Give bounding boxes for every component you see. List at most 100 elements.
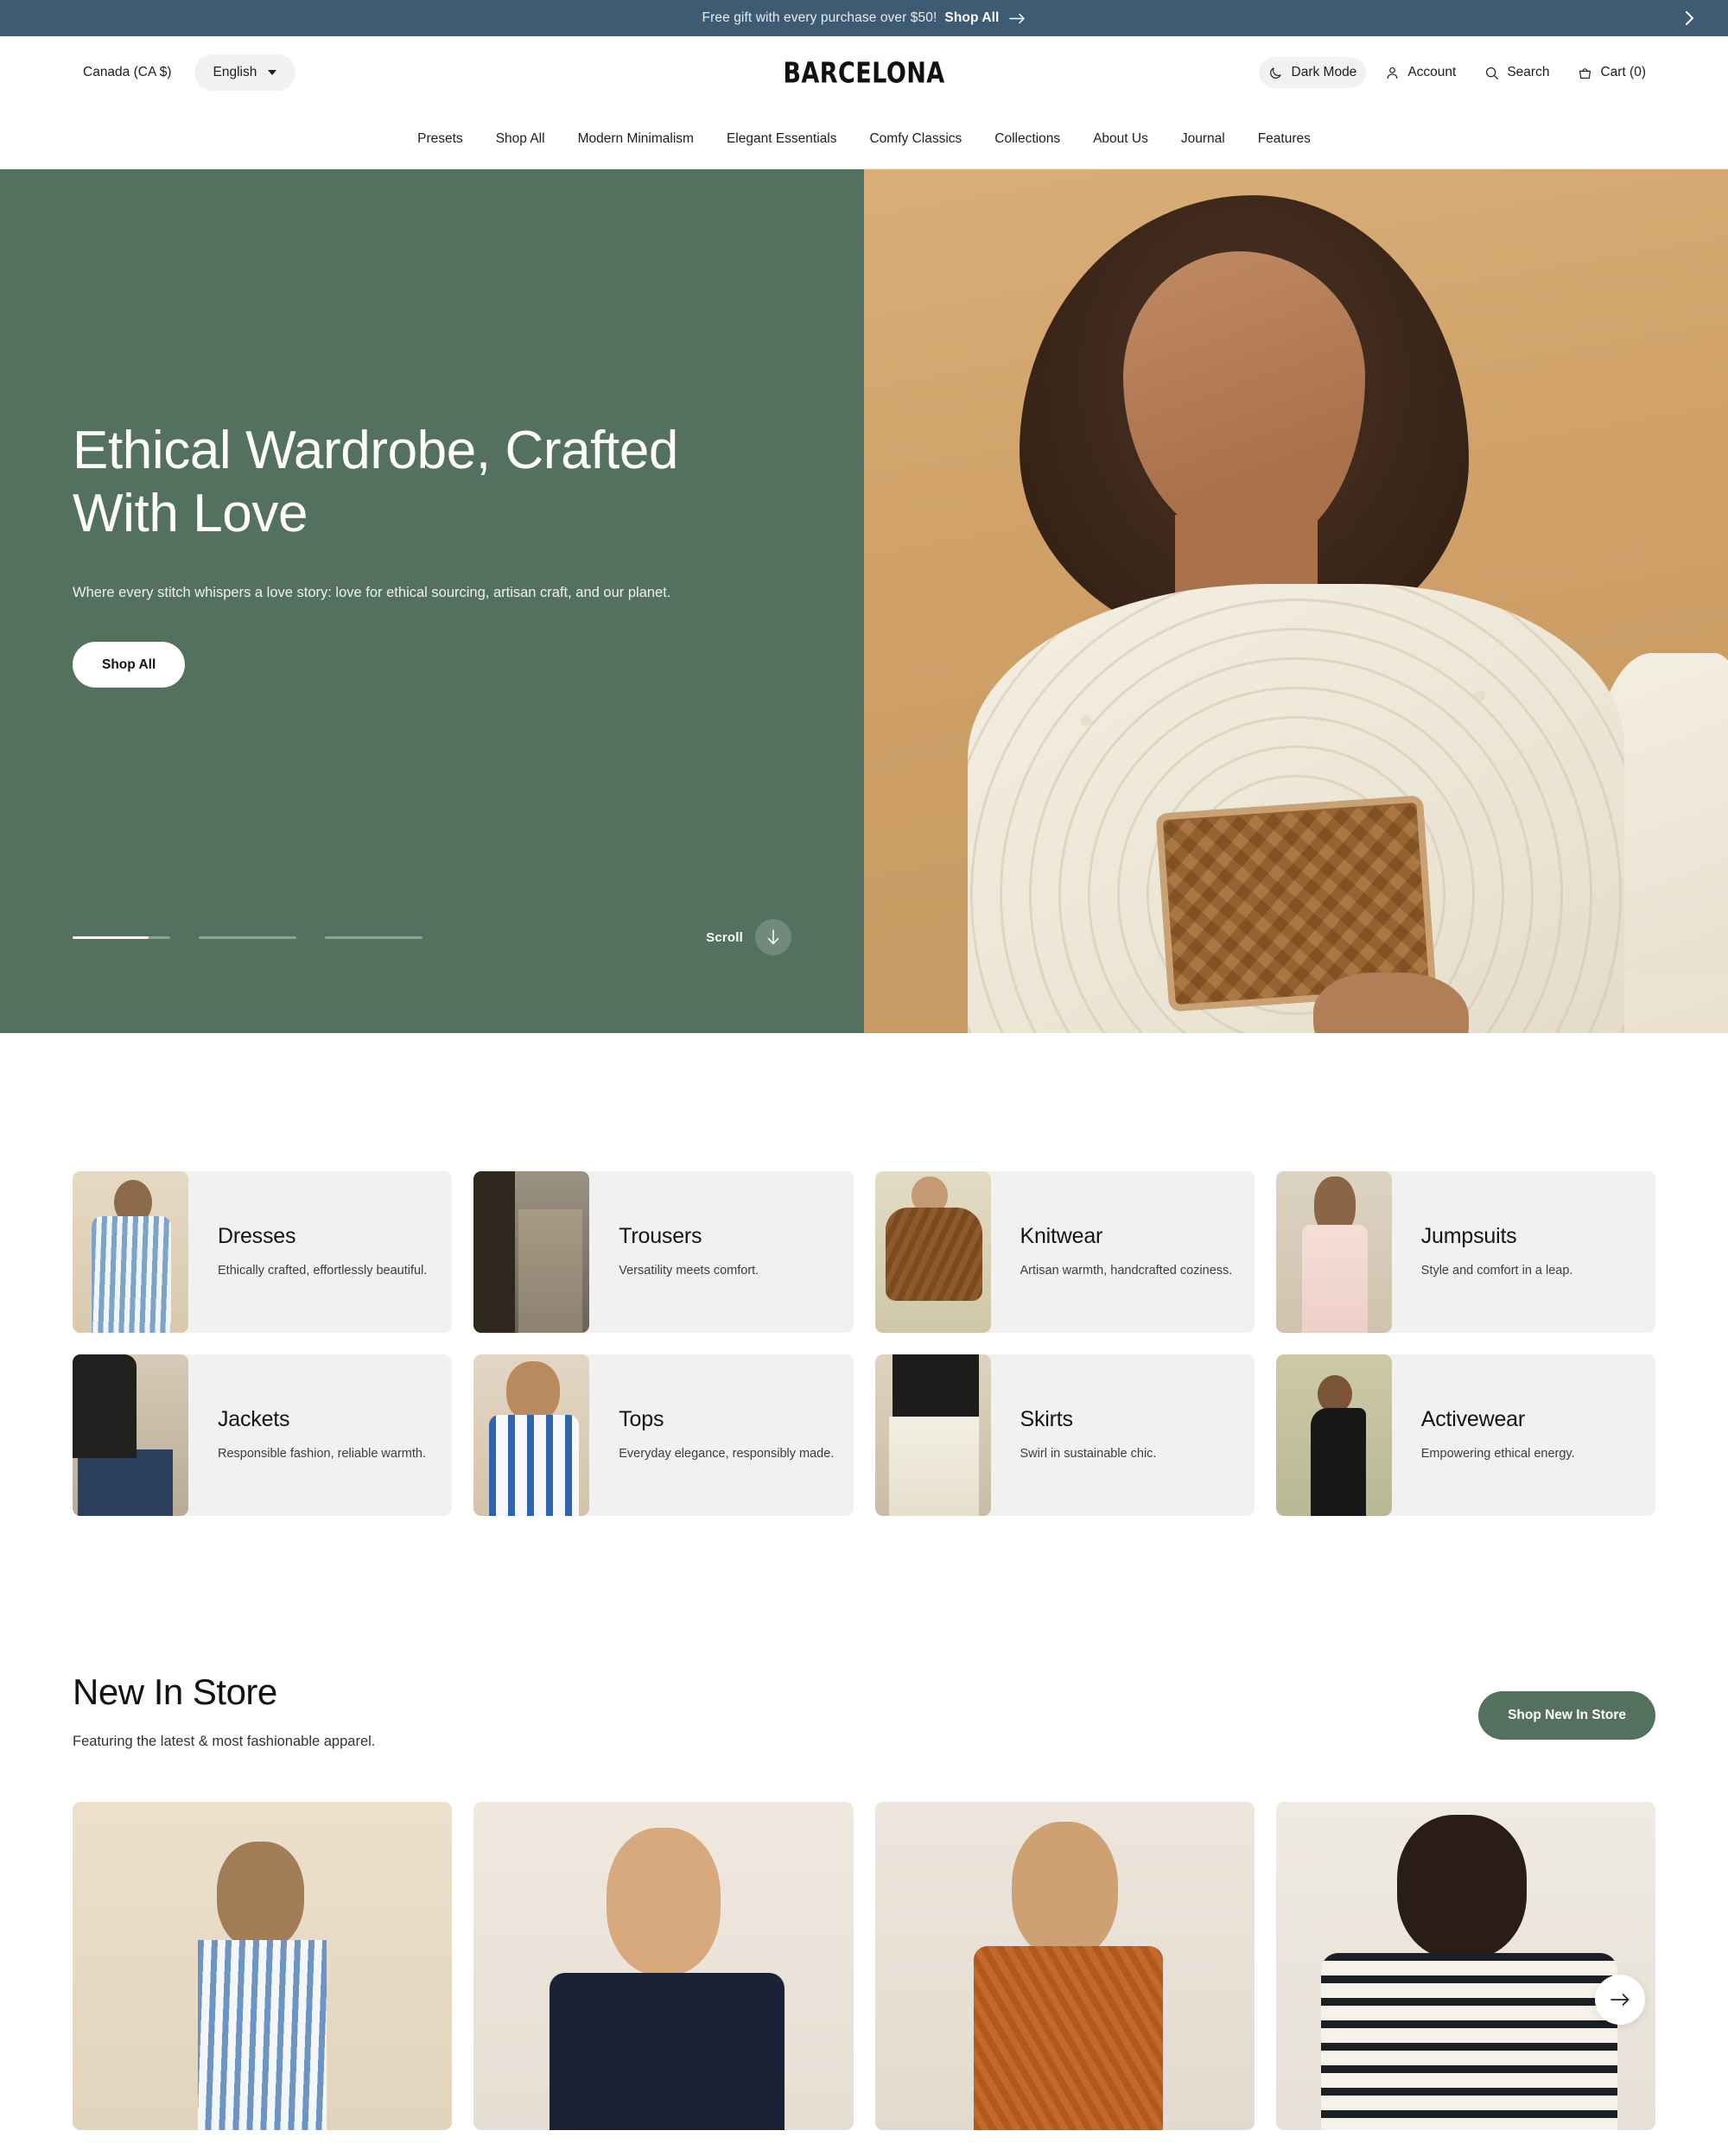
carousel-next-button[interactable] <box>1595 1975 1645 2025</box>
category-name: Skirts <box>1020 1406 1074 1431</box>
scroll-down-button[interactable] <box>755 919 791 955</box>
category-description: Ethically crafted, effortlessly beautifu… <box>218 1263 428 1278</box>
cart-label: Cart (0) <box>1600 65 1646 79</box>
nav-item-journal[interactable]: Journal <box>1165 131 1242 147</box>
category-row-2: Jackets Responsible fashion, reliable wa… <box>73 1354 1655 1516</box>
category-name: Knitwear <box>1020 1223 1103 1248</box>
category-name: Jumpsuits <box>1420 1223 1517 1248</box>
page-root: Free gift with every purchase over $50! … <box>0 0 1728 2130</box>
nav-item-modern-minimalism[interactable]: Modern Minimalism <box>562 131 710 147</box>
category-card-tops[interactable]: Tops Everyday elegance, responsibly made… <box>473 1354 854 1516</box>
hero-shop-all-button[interactable]: Shop All <box>73 642 186 688</box>
language-selector-label: English <box>213 65 257 79</box>
category-card-jumpsuits[interactable]: Jumpsuits Style and comfort in a leap. <box>1275 1171 1655 1333</box>
category-description: Empowering ethical energy. <box>1420 1446 1575 1461</box>
arrow-down-icon <box>767 929 779 945</box>
nav-item-features[interactable]: Features <box>1242 131 1327 147</box>
site-logo[interactable]: BARCELONA <box>783 56 944 90</box>
announcement-shop-all-link[interactable]: Shop All <box>944 10 999 26</box>
announcement-next-button[interactable] <box>1676 5 1702 31</box>
product-card-3[interactable] <box>874 1802 1255 2130</box>
category-grid: Dresses Ethically crafted, effortlessly … <box>0 1033 1728 1516</box>
category-description: Artisan warmth, handcrafted coziness. <box>1020 1263 1233 1278</box>
category-text-trousers: Trousers Versatility meets comfort. <box>589 1171 759 1333</box>
header-left-group: Canada (CA $) English <box>73 54 296 91</box>
category-thumbnail-activewear <box>1275 1354 1392 1516</box>
product-card-1[interactable] <box>73 1802 453 2130</box>
category-card-skirts[interactable]: Skirts Swirl in sustainable chic. <box>874 1354 1255 1516</box>
product-card-4[interactable] <box>1275 1802 1655 2130</box>
nav-item-comfy-classics[interactable]: Comfy Classics <box>853 131 978 147</box>
new-in-store-subtitle: Featuring the latest & most fashionable … <box>73 1734 376 1749</box>
category-name: Jackets <box>218 1406 290 1431</box>
category-text-dresses: Dresses Ethically crafted, effortlessly … <box>188 1171 427 1333</box>
category-thumbnail-dresses <box>73 1171 188 1333</box>
category-description: Everyday elegance, responsibly made. <box>619 1446 835 1461</box>
new-in-store-header: New In Store Featuring the latest & most… <box>73 1671 1655 1750</box>
language-selector[interactable]: English <box>194 54 296 91</box>
nav-item-elegant-essentials[interactable]: Elegant Essentials <box>710 131 854 147</box>
category-text-knitwear: Knitwear Artisan warmth, handcrafted coz… <box>991 1171 1233 1333</box>
nav-item-about-us[interactable]: About Us <box>1077 131 1165 147</box>
cart-button[interactable]: Cart (0) <box>1567 57 1655 88</box>
category-card-activewear[interactable]: Activewear Empowering ethical energy. <box>1275 1354 1655 1516</box>
moon-icon <box>1268 65 1284 80</box>
hero-footer-controls: Scroll <box>73 919 791 955</box>
hero-slide-indicators <box>73 935 422 939</box>
category-text-jackets: Jackets Responsible fashion, reliable wa… <box>188 1354 426 1516</box>
search-button[interactable]: Search <box>1474 57 1559 88</box>
hero-content-panel: Ethical Wardrobe, Crafted With Love Wher… <box>0 169 864 1033</box>
category-text-jumpsuits: Jumpsuits Style and comfort in a leap. <box>1392 1171 1573 1333</box>
hero-slide-dot-1[interactable] <box>73 935 170 939</box>
nav-item-presets[interactable]: Presets <box>401 131 480 147</box>
hero-slide-dot-2[interactable] <box>199 935 296 939</box>
hero-slide-dot-3[interactable] <box>325 935 422 939</box>
hero-title: Ethical Wardrobe, Crafted With Love <box>73 421 679 543</box>
category-thumbnail-jumpsuits <box>1275 1171 1392 1333</box>
shop-new-in-store-button[interactable]: Shop New In Store <box>1478 1691 1655 1740</box>
account-button[interactable]: Account <box>1375 57 1465 88</box>
dark-mode-label: Dark Mode <box>1291 65 1357 79</box>
nav-item-shop-all[interactable]: Shop All <box>480 131 562 147</box>
category-description: Versatility meets comfort. <box>619 1263 759 1278</box>
category-name: Trousers <box>619 1223 702 1248</box>
nav-item-collections[interactable]: Collections <box>978 131 1077 147</box>
arrow-right-icon <box>1009 13 1026 24</box>
category-card-jackets[interactable]: Jackets Responsible fashion, reliable wa… <box>73 1354 453 1516</box>
category-thumbnail-tops <box>473 1354 590 1516</box>
category-text-skirts: Skirts Swirl in sustainable chic. <box>991 1354 1157 1516</box>
hero-copy: Ethical Wardrobe, Crafted With Love Wher… <box>73 420 790 688</box>
site-header: Canada (CA $) English BARCELONA Dark Mod… <box>0 36 1728 109</box>
category-description: Style and comfort in a leap. <box>1420 1263 1573 1278</box>
announcement-text: Free gift with every purchase over $50! <box>702 10 937 25</box>
product-carousel <box>73 1802 1655 2130</box>
region-selector[interactable]: Canada (CA $) <box>73 56 182 89</box>
category-description: Swirl in sustainable chic. <box>1020 1446 1157 1461</box>
category-row-1: Dresses Ethically crafted, effortlessly … <box>73 1171 1655 1333</box>
scroll-label: Scroll <box>706 929 743 945</box>
category-name: Dresses <box>218 1223 296 1248</box>
category-thumbnail-skirts <box>874 1354 991 1516</box>
search-icon <box>1483 65 1499 80</box>
hero-image <box>864 169 1728 1033</box>
category-card-trousers[interactable]: Trousers Versatility meets comfort. <box>473 1171 854 1333</box>
category-name: Tops <box>619 1406 664 1431</box>
search-label: Search <box>1507 65 1550 79</box>
main-navigation: Presets Shop All Modern Minimalism Elega… <box>0 109 1728 169</box>
category-name: Activewear <box>1420 1406 1526 1431</box>
category-thumbnail-jackets <box>73 1354 188 1516</box>
new-in-store-titles: New In Store Featuring the latest & most… <box>73 1671 375 1750</box>
category-description: Responsible fashion, reliable warmth. <box>218 1446 426 1461</box>
account-label: Account <box>1407 65 1457 79</box>
category-thumbnail-trousers <box>473 1171 590 1333</box>
scroll-indicator[interactable]: Scroll <box>706 919 791 955</box>
new-in-store-title: New In Store <box>73 1671 277 1712</box>
product-card-2[interactable] <box>473 1802 854 2130</box>
arrow-right-icon <box>1610 1994 1630 2006</box>
category-card-dresses[interactable]: Dresses Ethically crafted, effortlessly … <box>73 1171 453 1333</box>
header-actions: Dark Mode Account Search Cart (0) <box>1258 57 1656 88</box>
dark-mode-toggle[interactable]: Dark Mode <box>1258 57 1367 88</box>
category-text-activewear: Activewear Empowering ethical energy. <box>1392 1354 1575 1516</box>
category-card-knitwear[interactable]: Knitwear Artisan warmth, handcrafted coz… <box>874 1171 1255 1333</box>
cart-icon <box>1577 65 1592 80</box>
